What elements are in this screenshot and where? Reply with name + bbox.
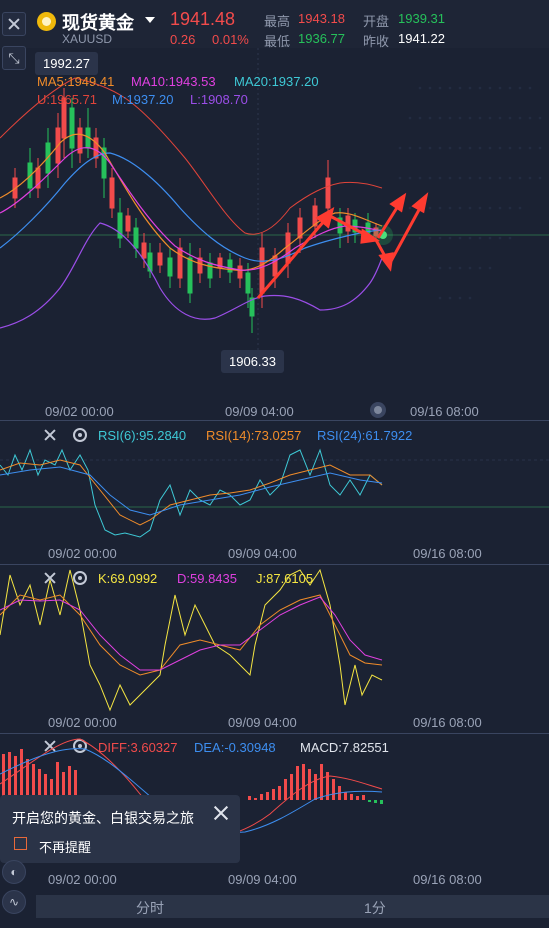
open-label: 开盘 (363, 14, 390, 29)
header-bar: 现货黄金 XAUUSD 1941.48 0.26 0.01% 最高 1943.1… (0, 0, 549, 49)
macd-x-tick-2: 09/09 04:00 (228, 872, 297, 887)
trend-arrows (256, 192, 429, 299)
rsi-x-tick-3: 09/16 08:00 (413, 546, 482, 561)
dont-remind-label[interactable]: 不再提醒 (39, 837, 91, 856)
boll-lower-label: L:1908.70 (190, 92, 248, 107)
macd-x-tick-3: 09/16 08:00 (413, 872, 482, 887)
rsi-x-tick-2: 09/09 04:00 (228, 546, 297, 561)
prev-close-value: 1941.22 (398, 31, 445, 46)
close-icon[interactable] (2, 12, 26, 36)
timeframe-bar: 分时 1分 (36, 895, 549, 918)
price-change: 0.26 (170, 32, 196, 47)
low-value: 1936.77 (298, 31, 345, 46)
kdj-x-tick-3: 09/16 08:00 (413, 715, 482, 730)
indicator-toggle-icon[interactable]: ◐ (2, 860, 26, 884)
ma20-label: MA20:1937.20 (234, 74, 319, 89)
open-value: 1939.31 (398, 11, 445, 26)
last-price: 1941.48 (170, 9, 236, 29)
popup-message: 开启您的黄金、白银交易之旅 (12, 810, 194, 826)
rsi-settings-icon[interactable] (73, 428, 87, 442)
rsi14-label: RSI(14):73.0257 (206, 428, 302, 443)
promo-popup: 开启您的黄金、白银交易之旅 不再提醒 (0, 795, 240, 863)
ma10-label: MA10:1943.53 (131, 74, 216, 89)
macd-x-tick-1: 09/02 00:00 (48, 872, 117, 887)
boll-upper-label: U:1965.71 (37, 92, 97, 107)
price-change-pct: 0.01% (212, 32, 249, 47)
x-tick-1: 09/02 00:00 (45, 404, 114, 419)
instrument-symbol: XAUUSD (62, 32, 113, 46)
drawing-tool-icon[interactable]: ∿ (2, 890, 26, 914)
rsi24-label: RSI(24):61.7922 (317, 428, 413, 443)
scroll-to-latest-icon[interactable] (370, 402, 386, 418)
high-value: 1943.18 (298, 11, 345, 26)
pane-divider (0, 420, 549, 421)
tab-1min[interactable]: 1分 (364, 898, 386, 918)
kdj-x-tick-1: 09/02 00:00 (48, 715, 117, 730)
tab-timeshare[interactable]: 分时 (136, 898, 164, 918)
ma5-label: MA5:1949.41 (37, 74, 115, 89)
boll-mid-line (0, 152, 383, 262)
x-tick-2: 09/09 04:00 (225, 404, 294, 419)
kdj-x-tick-2: 09/09 04:00 (228, 715, 297, 730)
close-rsi-icon[interactable] (44, 429, 56, 441)
kdj-chart[interactable] (0, 565, 549, 715)
x-tick-3: 09/16 08:00 (410, 404, 479, 419)
rsi-chart[interactable] (0, 445, 549, 545)
dont-remind-checkbox[interactable] (14, 837, 27, 850)
min-price-badge: 1906.33 (221, 350, 284, 373)
max-price-badge: 1992.27 (35, 52, 98, 75)
high-label: 最高 (264, 14, 291, 29)
rsi-x-tick-1: 09/02 00:00 (48, 546, 117, 561)
close-popup-icon[interactable] (213, 805, 229, 821)
boll-mid-label: M:1937.20 (112, 92, 174, 107)
candles (12, 88, 379, 333)
rsi6-label: RSI(6):95.2840 (98, 428, 187, 443)
gold-coin-icon (37, 12, 56, 31)
chevron-down-icon[interactable] (145, 17, 155, 23)
